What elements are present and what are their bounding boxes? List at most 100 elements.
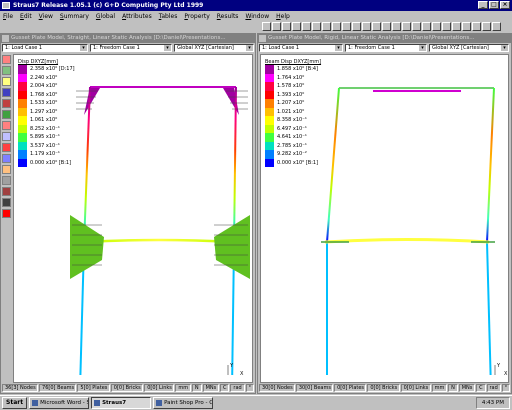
menu-property[interactable]: Property <box>184 13 209 20</box>
right-upper-column <box>486 87 495 243</box>
left-model-window: Gusset Plate Model, Straight, Linear Sta… <box>0 33 256 394</box>
side-tool-icon[interactable] <box>2 198 11 207</box>
status-unit-angle: rad <box>230 384 245 392</box>
side-tool-icon[interactable] <box>2 88 11 97</box>
side-tool-icon[interactable] <box>2 110 11 119</box>
toolbar-button[interactable] <box>482 22 491 31</box>
menu-edit[interactable]: Edit <box>20 13 32 20</box>
side-tool-icon[interactable] <box>2 55 11 64</box>
side-tool-icon[interactable] <box>2 132 11 141</box>
toolbar-button[interactable] <box>422 22 431 31</box>
status-nodes: 30[0] Nodes <box>259 384 295 392</box>
status-beams: 30[0] Beams <box>295 384 334 392</box>
right-structure-drawing: Y X <box>321 87 508 375</box>
right-status-bar: 30[0] Nodes 30[0] Beams 0[0] Plates 0[0]… <box>258 383 511 393</box>
clock: 4:43 PM <box>475 397 510 409</box>
coordinate-system-select[interactable]: Global XYZ [Cartesian] <box>174 44 254 52</box>
side-tool-icon[interactable] <box>2 121 11 130</box>
toolbar-button[interactable] <box>312 22 321 31</box>
left-structure-drawing: Y X <box>70 86 250 375</box>
side-tool-icon[interactable] <box>2 99 11 108</box>
toolbar-button[interactable] <box>462 22 471 31</box>
app-title: Straus7 Release 1.05.1 (c) G+D Computing… <box>13 2 204 9</box>
menu-results[interactable]: Results <box>217 13 239 20</box>
maximize-button[interactable]: □ <box>489 1 499 9</box>
menu-attributes[interactable]: Attributes <box>122 13 152 20</box>
toolbar-button[interactable] <box>392 22 401 31</box>
side-tool-icon[interactable] <box>2 143 11 152</box>
right-case-bar: 1: Load Case 1 1: Freedom Case 1 Global … <box>258 43 511 53</box>
freedom-case-select[interactable]: 1: Freedom Case 1 <box>345 44 427 52</box>
taskbar-item-word[interactable]: Microsoft Word - Str... <box>29 397 90 409</box>
status-unit-degree: ° <box>501 384 510 392</box>
menu-view[interactable]: View <box>39 13 53 20</box>
toolbar-button[interactable] <box>272 22 281 31</box>
side-tool-icon[interactable] <box>2 176 11 185</box>
toolbar-button[interactable] <box>342 22 351 31</box>
left-tool-sidebar <box>2 55 12 220</box>
menu-tables[interactable]: Tables <box>159 13 178 20</box>
coordinate-system-select[interactable]: Global XYZ [Cartesian] <box>429 44 509 52</box>
toolbar-button[interactable] <box>322 22 331 31</box>
status-unit-force: N <box>448 384 458 392</box>
side-tool-icon[interactable] <box>2 187 11 196</box>
toolbar-button[interactable] <box>352 22 361 31</box>
close-button[interactable]: × <box>500 1 510 9</box>
menu-summary[interactable]: Summary <box>60 13 89 20</box>
toolbar-button[interactable] <box>382 22 391 31</box>
x-axis-label: X <box>504 371 508 375</box>
start-button[interactable]: Start <box>2 397 28 409</box>
toolbar-button[interactable] <box>442 22 451 31</box>
toolbar-button[interactable] <box>362 22 371 31</box>
minimize-button[interactable]: _ <box>478 1 488 9</box>
load-case-select[interactable]: 1: Load Case 1 <box>259 44 343 52</box>
side-tool-icon[interactable] <box>2 66 11 75</box>
right-model-canvas[interactable]: Beam Disp DXYZ[mm] 1.858 x10⁰ [B:4] 1.764… <box>260 54 509 383</box>
status-links: 0[0] Links <box>400 384 431 392</box>
load-case-select[interactable]: 1: Load Case 1 <box>2 44 88 52</box>
y-axis-label: Y <box>496 363 501 369</box>
taskbar-item-straus7[interactable]: Straus7 <box>91 397 152 409</box>
toolbar-button[interactable] <box>262 22 271 31</box>
left-upper-column <box>83 86 91 246</box>
status-bricks: 0[0] Bricks <box>367 384 400 392</box>
toolbar <box>0 21 512 32</box>
status-unit-temp: C <box>220 384 230 392</box>
right-window-title-bar: Gusset Plate Model, Rigid, Linear Static… <box>258 34 511 43</box>
toolbar-button[interactable] <box>432 22 441 31</box>
menu-file[interactable]: File <box>3 13 13 20</box>
toolbar-button[interactable] <box>412 22 421 31</box>
toolbar-button[interactable] <box>402 22 411 31</box>
toolbar-button[interactable] <box>452 22 461 31</box>
side-tool-icon[interactable] <box>2 154 11 163</box>
window-icon <box>2 35 9 42</box>
freedom-case-select[interactable]: 1: Freedom Case 1 <box>90 44 172 52</box>
toolbar-button[interactable] <box>282 22 291 31</box>
toolbar-button[interactable] <box>332 22 341 31</box>
side-tool-icon[interactable] <box>2 165 11 174</box>
x-axis-label: X <box>240 371 244 375</box>
left-model-canvas[interactable]: Disp DXYZ[mm] 2.358 x10⁰ [D:17] 2.240 x10… <box>13 54 253 383</box>
window-icon <box>259 35 266 42</box>
menu-help[interactable]: Help <box>276 13 290 20</box>
status-nodes: 36[3] Nodes <box>2 384 39 392</box>
left-window-title: Gusset Plate Model, Straight, Linear Sta… <box>11 35 226 41</box>
left-window-title-bar: Gusset Plate Model, Straight, Linear Sta… <box>1 34 255 43</box>
left-case-bar: 1: Load Case 1 1: Freedom Case 1 Global … <box>1 43 255 53</box>
toolbar-button[interactable] <box>372 22 381 31</box>
side-tool-icon[interactable] <box>2 77 11 86</box>
toolbar-button[interactable] <box>302 22 311 31</box>
menu-window[interactable]: Window <box>245 13 269 20</box>
taskbar-item-paintshop[interactable]: Paint Shop Pro - Ca... <box>153 397 214 409</box>
status-plates: 5[0] Plates <box>77 384 110 392</box>
side-tool-icon[interactable] <box>2 209 11 218</box>
status-unit-length: mm <box>431 384 448 392</box>
toolbar-button[interactable] <box>292 22 301 31</box>
toolbar-button[interactable] <box>492 22 501 31</box>
right-lower-column <box>486 241 492 375</box>
toolbar-button[interactable] <box>472 22 481 31</box>
menu-global[interactable]: Global <box>96 13 115 20</box>
menu-bar: File Edit View Summary Global Attributes… <box>0 11 512 21</box>
status-unit-angle: rad <box>486 384 501 392</box>
mid-right-gusset-plate <box>214 215 250 279</box>
